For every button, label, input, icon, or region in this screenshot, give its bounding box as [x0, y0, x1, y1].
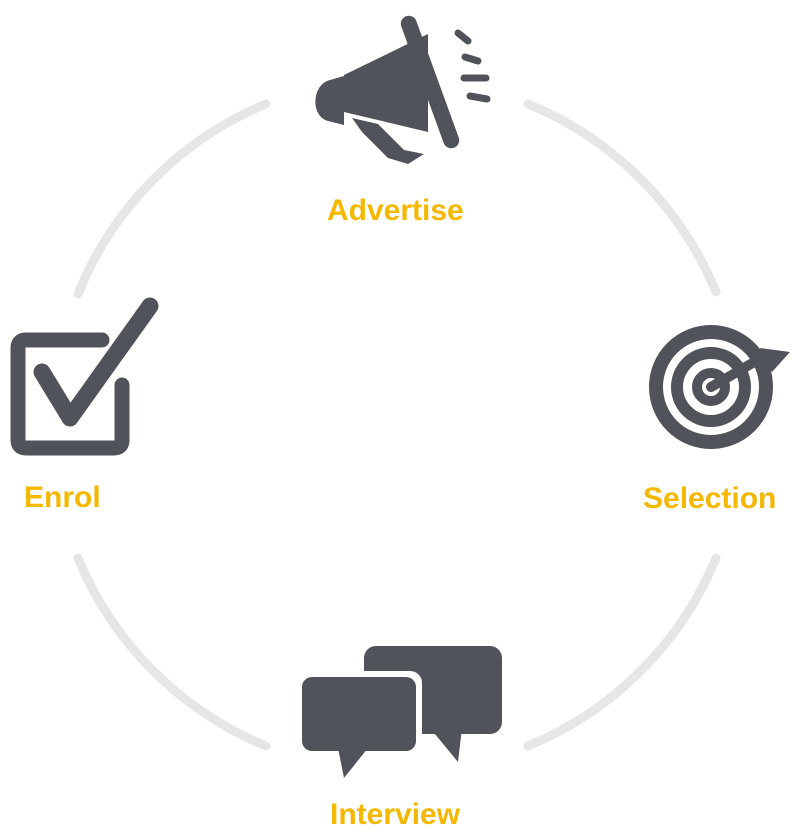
megaphone-icon: [315, 15, 491, 164]
ring-arc-top-left: [73, 99, 271, 299]
step-label-enrol: Enrol: [24, 481, 101, 514]
target-icon: [649, 325, 790, 449]
cycle-diagram: [10, 15, 790, 778]
checkbox-icon: [10, 297, 159, 456]
step-label-advertise: Advertise: [327, 194, 464, 227]
ring-arc-bottom-left: [73, 553, 271, 751]
step-label-interview: Interview: [330, 798, 461, 831]
step-label-selection: Selection: [643, 482, 777, 515]
speech-bubbles-icon: [296, 646, 502, 778]
ring-arc-top-right: [523, 99, 721, 297]
ring-arc-bottom-right: [523, 553, 721, 751]
